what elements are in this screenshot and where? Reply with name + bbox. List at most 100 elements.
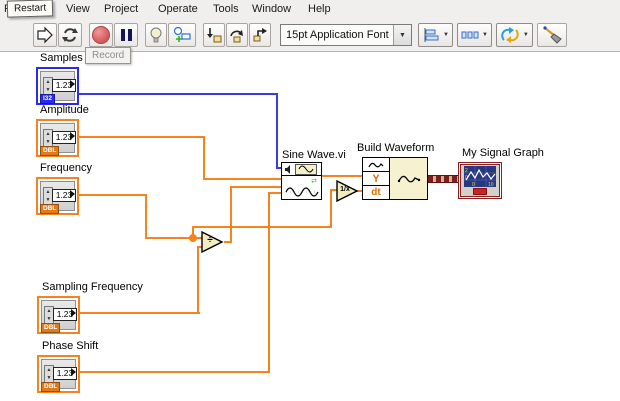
sine-wave-vi-node[interactable]: ⇄: [281, 162, 322, 200]
divide-function-node[interactable]: ÷: [201, 231, 224, 253]
output-terminal-icon: [71, 368, 76, 376]
step-over-button[interactable]: [226, 23, 248, 47]
frequency-control-terminal[interactable]: ▲ ▼ 1.23 DBL: [36, 177, 79, 215]
caret-icon: ▼: [443, 32, 449, 38]
font-selector-value: 15pt Application Font: [286, 29, 389, 41]
output-terminal-icon: [71, 309, 76, 317]
font-selector[interactable]: 15pt Application Font ▼: [280, 24, 412, 46]
step-into-icon: [207, 28, 222, 43]
run-continuously-button[interactable]: [58, 23, 82, 47]
wire-frequency[interactable]: [145, 194, 147, 239]
step-out-button[interactable]: [249, 23, 271, 47]
wire-amplitude[interactable]: [203, 136, 205, 180]
type-tag: DBL: [40, 146, 60, 156]
run-continuously-icon: [62, 28, 78, 42]
menu-tools[interactable]: Tools: [209, 0, 243, 19]
pause-icon: [120, 29, 132, 41]
labview-block-diagram-window: File View Project Operate Tools Window H…: [0, 0, 620, 401]
y-input-port[interactable]: Y: [363, 172, 389, 186]
divide-glyph: ÷: [207, 235, 213, 246]
clean-up-diagram-button[interactable]: [536, 23, 567, 47]
step-over-icon: [230, 30, 243, 43]
menu-window[interactable]: Window: [248, 0, 295, 19]
wire-frequency[interactable]: [79, 194, 147, 196]
type-tag: DBL: [41, 323, 61, 333]
restart-tooltip: Restart: [6, 0, 54, 18]
output-terminal-icon: [70, 190, 75, 198]
svg-text:2: 2: [465, 168, 468, 174]
wire-samples[interactable]: [276, 93, 278, 169]
wire-phase-shift[interactable]: [268, 192, 282, 194]
run-arrow-icon: [37, 26, 53, 44]
caret-icon: ▼: [522, 32, 529, 38]
wire-divide-output[interactable]: [230, 186, 282, 188]
my-signal-graph-indicator-terminal[interactable]: 2 0 0 10: [458, 162, 502, 199]
samples-control-terminal[interactable]: ▲ ▼ 1.23 I32: [36, 67, 79, 105]
build-waveform-label: Build Waveform: [357, 142, 435, 154]
graph-plot-icon: 2 0 0 10: [464, 166, 496, 187]
wire-samples[interactable]: [79, 93, 278, 95]
sine-period-icon: [295, 163, 317, 175]
retain-wire-values-button[interactable]: [168, 23, 196, 47]
block-diagram-canvas[interactable]: Samples ▲ ▼ 1.23 I32 Amplitude ▲ ▼ 1.23 DB…: [0, 52, 620, 401]
amplitude-control-terminal[interactable]: ▲ ▼ 1.23 DBL: [36, 119, 79, 157]
wire-amplitude[interactable]: [203, 178, 282, 180]
frequency-label: Frequency: [40, 162, 92, 174]
menu-operate[interactable]: Operate: [154, 0, 202, 19]
sine-wave-icon: [282, 185, 321, 198]
align-objects-icon: [424, 28, 439, 42]
menu-bar: File View Project Operate Tools Window H…: [0, 0, 620, 19]
output-terminal-icon: [70, 80, 75, 88]
wire-phase-shift[interactable]: [268, 192, 270, 373]
menu-help[interactable]: Help: [304, 0, 335, 19]
sampling-frequency-control-terminal[interactable]: ▲ ▼ 1.23 DBL: [37, 296, 80, 334]
step-into-button[interactable]: [203, 23, 225, 47]
wire-sine-output[interactable]: [322, 175, 362, 177]
reciprocal-function-node[interactable]: 1/x: [336, 180, 359, 202]
speaker-icon: [285, 164, 290, 174]
my-signal-graph-label: My Signal Graph: [462, 147, 544, 159]
wire-divide-output[interactable]: [230, 186, 232, 243]
wire-frequency-branch[interactable]: [192, 226, 332, 228]
record-tooltip: Record: [85, 47, 132, 64]
font-selector-dropdown-icon[interactable]: ▼: [393, 25, 411, 45]
waveform-input-icon: [363, 158, 389, 172]
distribute-objects-icon: [461, 31, 479, 39]
sampling-frequency-label: Sampling Frequency: [42, 281, 143, 293]
sine-wave-vi-label: Sine Wave.vi: [282, 149, 346, 161]
wire-amplitude[interactable]: [79, 136, 205, 138]
retain-wire-values-icon: [173, 26, 191, 42]
reciprocal-glyph: 1/x: [340, 186, 350, 193]
menu-project[interactable]: Project: [100, 0, 142, 19]
output-terminal-icon: [70, 132, 75, 140]
run-button[interactable]: [33, 23, 57, 47]
amplitude-label: Amplitude: [40, 104, 89, 116]
broom-icon: [543, 26, 562, 44]
phase-shift-label: Phase Shift: [42, 340, 99, 352]
record-button[interactable]: [89, 23, 113, 47]
loop-arrows-icon: ⇄: [311, 177, 317, 185]
type-tag: DBL: [40, 204, 60, 214]
wire-phase-shift[interactable]: [80, 371, 270, 373]
record-icon: [92, 26, 110, 44]
wire-waveform-output[interactable]: [428, 175, 458, 183]
graph-mini-tag-icon: [473, 188, 487, 195]
wire-sampling-frequency[interactable]: [80, 312, 200, 314]
phase-shift-control-terminal[interactable]: ▲ ▼ 1.23 DBL: [37, 355, 80, 393]
highlight-execution-button[interactable]: [145, 23, 167, 47]
waveform-output-icon: [390, 158, 427, 199]
build-waveform-node[interactable]: Y dt: [362, 157, 428, 200]
type-tag: I32: [40, 94, 56, 104]
samples-label: Samples: [40, 52, 83, 64]
align-objects-dropdown[interactable]: ▼: [418, 23, 453, 47]
wire-frequency-branch[interactable]: [330, 189, 332, 228]
step-out-icon: [253, 28, 267, 42]
wire-sampling-frequency[interactable]: [197, 246, 199, 314]
pause-button[interactable]: [114, 23, 138, 47]
wire-junction-dot[interactable]: [189, 234, 197, 242]
svg-text:0: 0: [472, 182, 475, 187]
dt-input-port[interactable]: dt: [363, 186, 389, 199]
reorder-dropdown[interactable]: ▼: [495, 23, 533, 47]
menu-view[interactable]: View: [62, 0, 94, 19]
distribute-objects-dropdown[interactable]: ▼: [456, 23, 492, 47]
